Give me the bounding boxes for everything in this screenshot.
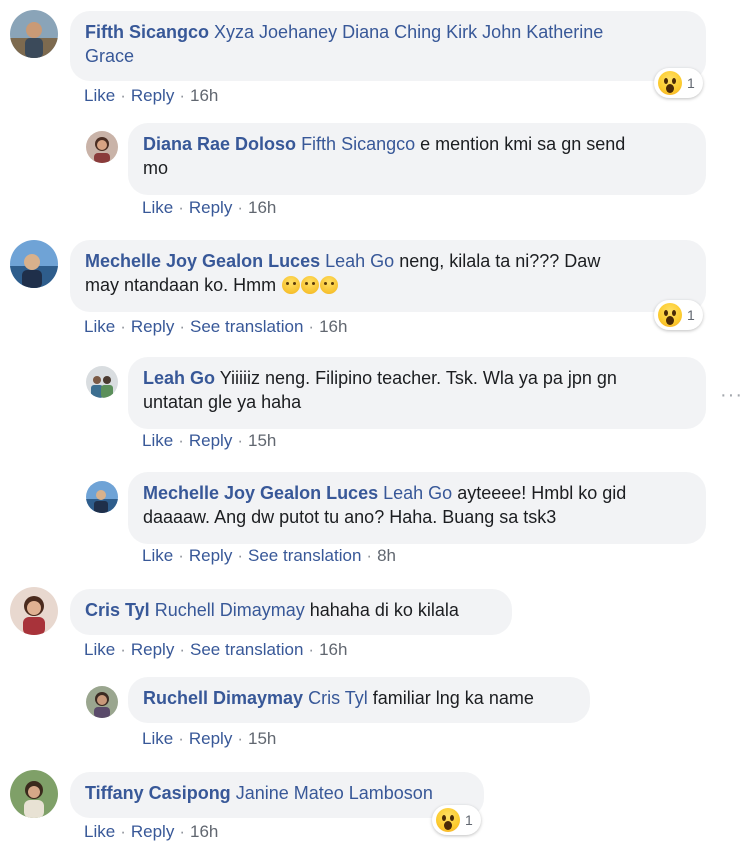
comment-text: e mention kmi sa gn send <box>420 134 626 154</box>
comment-actions: Like · Reply · 16h <box>142 198 277 217</box>
more-options-icon[interactable]: ··· <box>720 384 743 407</box>
mention-link[interactable]: Leah Go <box>325 251 394 271</box>
reaction-badge[interactable]: 1 <box>654 68 703 98</box>
comment-author[interactable]: Mechelle Joy Gealon Luces <box>143 483 378 503</box>
comment-author[interactable]: Diana Rae Doloso <box>143 134 296 154</box>
comment-text: familiar lng ka name <box>372 688 534 708</box>
see-translation-link[interactable]: See translation <box>248 546 361 565</box>
reaction-badge[interactable]: 1 <box>654 300 703 330</box>
reply-link[interactable]: Reply <box>131 822 174 841</box>
avatar[interactable] <box>86 131 118 163</box>
comment-text: untatan gle ya haha <box>143 392 302 412</box>
mention-link[interactable]: Janine Mateo Lamboson <box>236 783 433 803</box>
comment-actions: Like · Reply · See translation · 8h <box>142 546 396 565</box>
comment-bubble: Ruchell Dimaymay Cris Tyl familiar lng k… <box>128 677 590 723</box>
comment-bubble: Cris Tyl Ruchell Dimaymay hahaha di ko k… <box>70 589 512 635</box>
comment-text: hahaha di ko kilala <box>309 600 459 620</box>
comment-bubble: Tiffany Casipong Janine Mateo Lamboson <box>70 772 484 818</box>
reaction-count: 1 <box>465 812 473 828</box>
reply-link[interactable]: Reply <box>131 640 174 659</box>
reply-link[interactable]: Reply <box>131 86 174 105</box>
comment-actions: Like · Reply · See translation · 16h <box>84 640 348 659</box>
comment-bubble: Leah Go Yiiiiiz neng. Filipino teacher. … <box>128 357 706 429</box>
timestamp[interactable]: 8h <box>377 546 396 565</box>
comment-text: neng, kilala ta ni??? Daw <box>399 251 601 271</box>
wow-reaction-icon <box>658 303 682 327</box>
like-link[interactable]: Like <box>84 317 115 336</box>
comment-bubble: Diana Rae Doloso Fifth Sicangco e mentio… <box>128 123 706 195</box>
comment-text: daaaaw. Ang dw putot tu ano? Haha. Buang… <box>143 507 557 527</box>
wow-reaction-icon <box>436 808 460 832</box>
mention-link[interactable]: Leah Go <box>383 483 452 503</box>
mention-link[interactable]: Ruchell Dimaymay <box>155 600 305 620</box>
mention-link[interactable]: Xyza Joehaney Diana Ching Kirk John Kath… <box>214 22 603 42</box>
avatar[interactable] <box>10 240 58 288</box>
comment-author[interactable]: Cris Tyl <box>85 600 150 620</box>
timestamp[interactable]: 16h <box>248 198 276 217</box>
timestamp[interactable]: 15h <box>248 729 276 748</box>
like-link[interactable]: Like <box>84 640 115 659</box>
comment-actions: Like · Reply · 15h <box>142 431 277 450</box>
avatar[interactable] <box>10 10 58 58</box>
timestamp[interactable]: 15h <box>248 431 276 450</box>
avatar[interactable] <box>86 366 118 398</box>
comment-actions: Like · Reply · 16h <box>84 822 219 841</box>
comment-bubble: Mechelle Joy Gealon Luces Leah Go ayteee… <box>128 472 706 544</box>
comment-author[interactable]: Leah Go <box>143 368 215 388</box>
comment-bubble: Mechelle Joy Gealon Luces Leah Go neng, … <box>70 240 706 312</box>
comment-author[interactable]: Mechelle Joy Gealon Luces <box>85 251 320 271</box>
comment-actions: Like · Reply · 15h <box>142 729 277 748</box>
avatar[interactable] <box>86 686 118 718</box>
timestamp[interactable]: 16h <box>190 86 218 105</box>
like-link[interactable]: Like <box>142 729 173 748</box>
disappointed-relieved-emoji <box>282 276 301 294</box>
reaction-count: 1 <box>687 307 695 323</box>
reply-link[interactable]: Reply <box>189 729 232 748</box>
comment-actions: Like · Reply · 16h <box>84 86 219 105</box>
reply-link[interactable]: Reply <box>189 546 232 565</box>
reaction-count: 1 <box>687 75 695 91</box>
reply-link[interactable]: Reply <box>189 198 232 217</box>
see-translation-link[interactable]: See translation <box>190 317 303 336</box>
comment-actions: Like · Reply · See translation · 16h <box>84 317 348 336</box>
avatar[interactable] <box>86 481 118 513</box>
like-link[interactable]: Like <box>142 198 173 217</box>
comment-author[interactable]: Tiffany Casipong <box>85 783 231 803</box>
like-link[interactable]: Like <box>84 822 115 841</box>
disappointed-relieved-emoji <box>320 276 339 294</box>
timestamp[interactable]: 16h <box>190 822 218 841</box>
comment-text: ayteeee! Hmbl ko gid <box>457 483 627 503</box>
like-link[interactable]: Like <box>84 86 115 105</box>
reply-link[interactable]: Reply <box>189 431 232 450</box>
reaction-badge[interactable]: 1 <box>432 805 481 835</box>
comment-text: Yiiiiiz neng. Filipino teacher. Tsk. Wla… <box>219 368 617 388</box>
timestamp[interactable]: 16h <box>319 640 347 659</box>
reply-link[interactable]: Reply <box>131 317 174 336</box>
like-link[interactable]: Like <box>142 431 173 450</box>
mention-link[interactable]: Grace <box>85 46 134 66</box>
comment-bubble: Fifth Sicangco Xyza Joehaney Diana Ching… <box>70 11 706 81</box>
mention-link[interactable]: Fifth Sicangco <box>301 134 415 154</box>
comment-author[interactable]: Fifth Sicangco <box>85 22 209 42</box>
timestamp[interactable]: 16h <box>319 317 347 336</box>
avatar[interactable] <box>10 587 58 635</box>
wow-reaction-icon <box>658 71 682 95</box>
mention-link[interactable]: Cris Tyl <box>308 688 368 708</box>
comment-author[interactable]: Ruchell Dimaymay <box>143 688 303 708</box>
comment-text: may ntandaan ko. Hmm <box>85 275 277 295</box>
disappointed-relieved-emoji <box>301 276 320 294</box>
avatar[interactable] <box>10 770 58 818</box>
see-translation-link[interactable]: See translation <box>190 640 303 659</box>
comment-text: mo <box>143 158 169 178</box>
like-link[interactable]: Like <box>142 546 173 565</box>
